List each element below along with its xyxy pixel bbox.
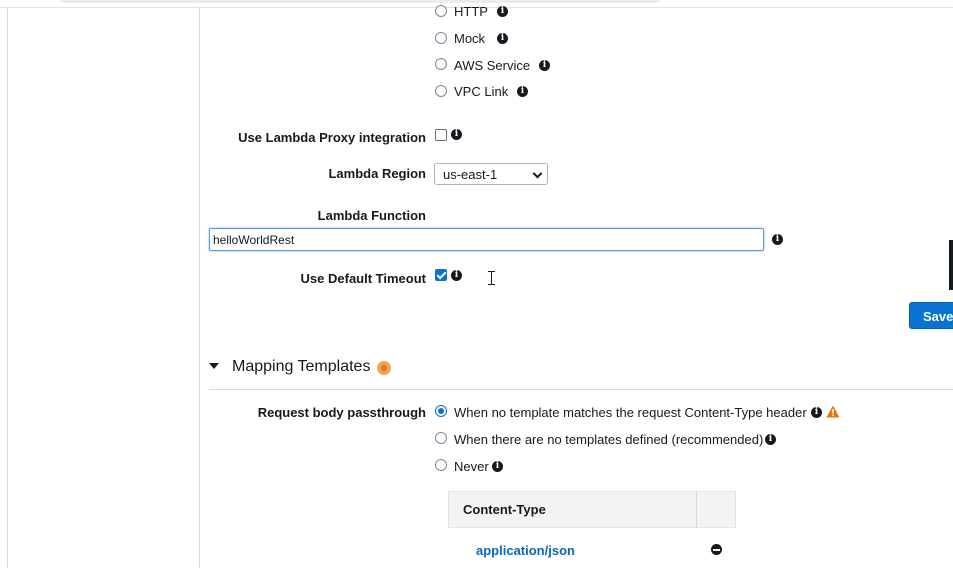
lambda-region-select[interactable]: us-east-1	[434, 163, 548, 185]
caret-down-icon[interactable]	[209, 363, 219, 369]
chevron-down-icon	[532, 168, 543, 179]
info-icon[interactable]: i	[497, 33, 508, 44]
remove-icon[interactable]	[711, 544, 722, 555]
radio-http[interactable]	[435, 5, 447, 17]
radio-passthrough-never[interactable]	[435, 459, 447, 471]
info-icon[interactable]: i	[497, 6, 508, 17]
radio-vpc-link-label: VPC Link	[454, 84, 509, 99]
info-icon[interactable]: i	[811, 407, 822, 418]
info-icon[interactable]: i	[517, 86, 528, 97]
radio-passthrough-when-no-match-label: When no template matches the request Con…	[454, 405, 807, 420]
default-timeout-checkbox[interactable]	[435, 269, 447, 281]
info-icon[interactable]: i	[451, 129, 462, 140]
info-icon[interactable]: i	[772, 234, 783, 245]
unsaved-indicator-icon	[377, 361, 391, 375]
radio-passthrough-when-no-match[interactable]	[435, 405, 447, 417]
lambda-region-label: Lambda Region	[328, 166, 426, 181]
left-panel-border	[7, 7, 8, 568]
content-type-row-link[interactable]: application/json	[476, 543, 575, 558]
passthrough-label: Request body passthrough	[257, 405, 426, 420]
lambda-function-value: helloWorldRest	[213, 233, 295, 247]
radio-aws-service[interactable]	[435, 58, 447, 70]
info-icon[interactable]: i	[765, 434, 776, 445]
scrollbar-thumb[interactable]	[949, 240, 953, 290]
text-cursor-icon	[488, 271, 495, 285]
save-button-label: Save	[923, 309, 953, 324]
section-divider	[209, 389, 953, 390]
table-column-divider	[696, 491, 697, 528]
mapping-templates-title[interactable]: Mapping Templates	[232, 358, 370, 376]
top-tab-edge	[60, 0, 660, 3]
info-icon[interactable]: i	[539, 60, 550, 71]
info-icon[interactable]: i	[492, 461, 503, 472]
radio-mock-label: Mock	[454, 31, 486, 46]
radio-passthrough-when-no-templates-label: When there are no templates defined (rec…	[454, 432, 764, 447]
lambda-region-value: us-east-1	[443, 167, 498, 182]
proxy-integration-checkbox[interactable]	[435, 129, 447, 141]
content-type-column-header: Content-Type	[463, 502, 546, 517]
content-border	[199, 7, 200, 568]
radio-passthrough-when-no-templates[interactable]	[435, 432, 447, 444]
radio-passthrough-never-label: Never	[454, 459, 489, 474]
lambda-function-label: Lambda Function	[317, 208, 426, 223]
save-button[interactable]: Save	[909, 302, 953, 329]
radio-vpc-link[interactable]	[435, 85, 447, 97]
radio-http-label: HTTP	[454, 4, 488, 19]
radio-mock[interactable]	[435, 32, 447, 44]
proxy-integration-label: Use Lambda Proxy integration	[238, 130, 426, 145]
radio-aws-service-label: AWS Service	[454, 58, 531, 73]
lambda-function-input[interactable]: helloWorldRest	[209, 228, 764, 251]
default-timeout-label: Use Default Timeout	[300, 271, 426, 286]
info-icon[interactable]: i	[451, 270, 462, 281]
warning-icon	[826, 405, 840, 418]
